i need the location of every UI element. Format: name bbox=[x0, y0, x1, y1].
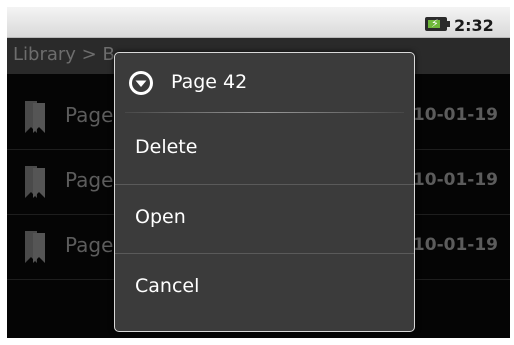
bookmark-icon bbox=[25, 231, 45, 263]
delete-label: Delete bbox=[135, 136, 198, 158]
dialog-title: Page 42 bbox=[171, 71, 248, 93]
cancel-menu-item[interactable]: Cancel bbox=[115, 254, 414, 322]
dropdown-circle-icon bbox=[129, 71, 153, 95]
divider bbox=[125, 112, 404, 113]
cancel-label: Cancel bbox=[135, 275, 200, 297]
delete-menu-item[interactable]: Delete bbox=[115, 115, 414, 183]
list-item-title: Page bbox=[65, 103, 114, 127]
context-menu-dialog: Page 42 Delete Open Cancel bbox=[114, 52, 415, 332]
open-menu-item[interactable]: Open bbox=[115, 185, 414, 253]
status-bar: ⚡ 2:32 AM bbox=[7, 7, 510, 54]
screen: ⚡ 2:32 AM Library > B Page 2010-01-19 Pa… bbox=[0, 0, 514, 345]
list-item-title: Page bbox=[65, 233, 114, 257]
battery-charging-icon: ⚡ bbox=[425, 17, 450, 31]
list-item-title: Page bbox=[65, 168, 114, 192]
bookmark-icon bbox=[25, 166, 45, 198]
bookmark-icon bbox=[25, 101, 45, 133]
dialog-header: Page 42 bbox=[115, 53, 414, 113]
open-label: Open bbox=[135, 206, 186, 228]
breadcrumb: Library > B bbox=[13, 44, 115, 65]
